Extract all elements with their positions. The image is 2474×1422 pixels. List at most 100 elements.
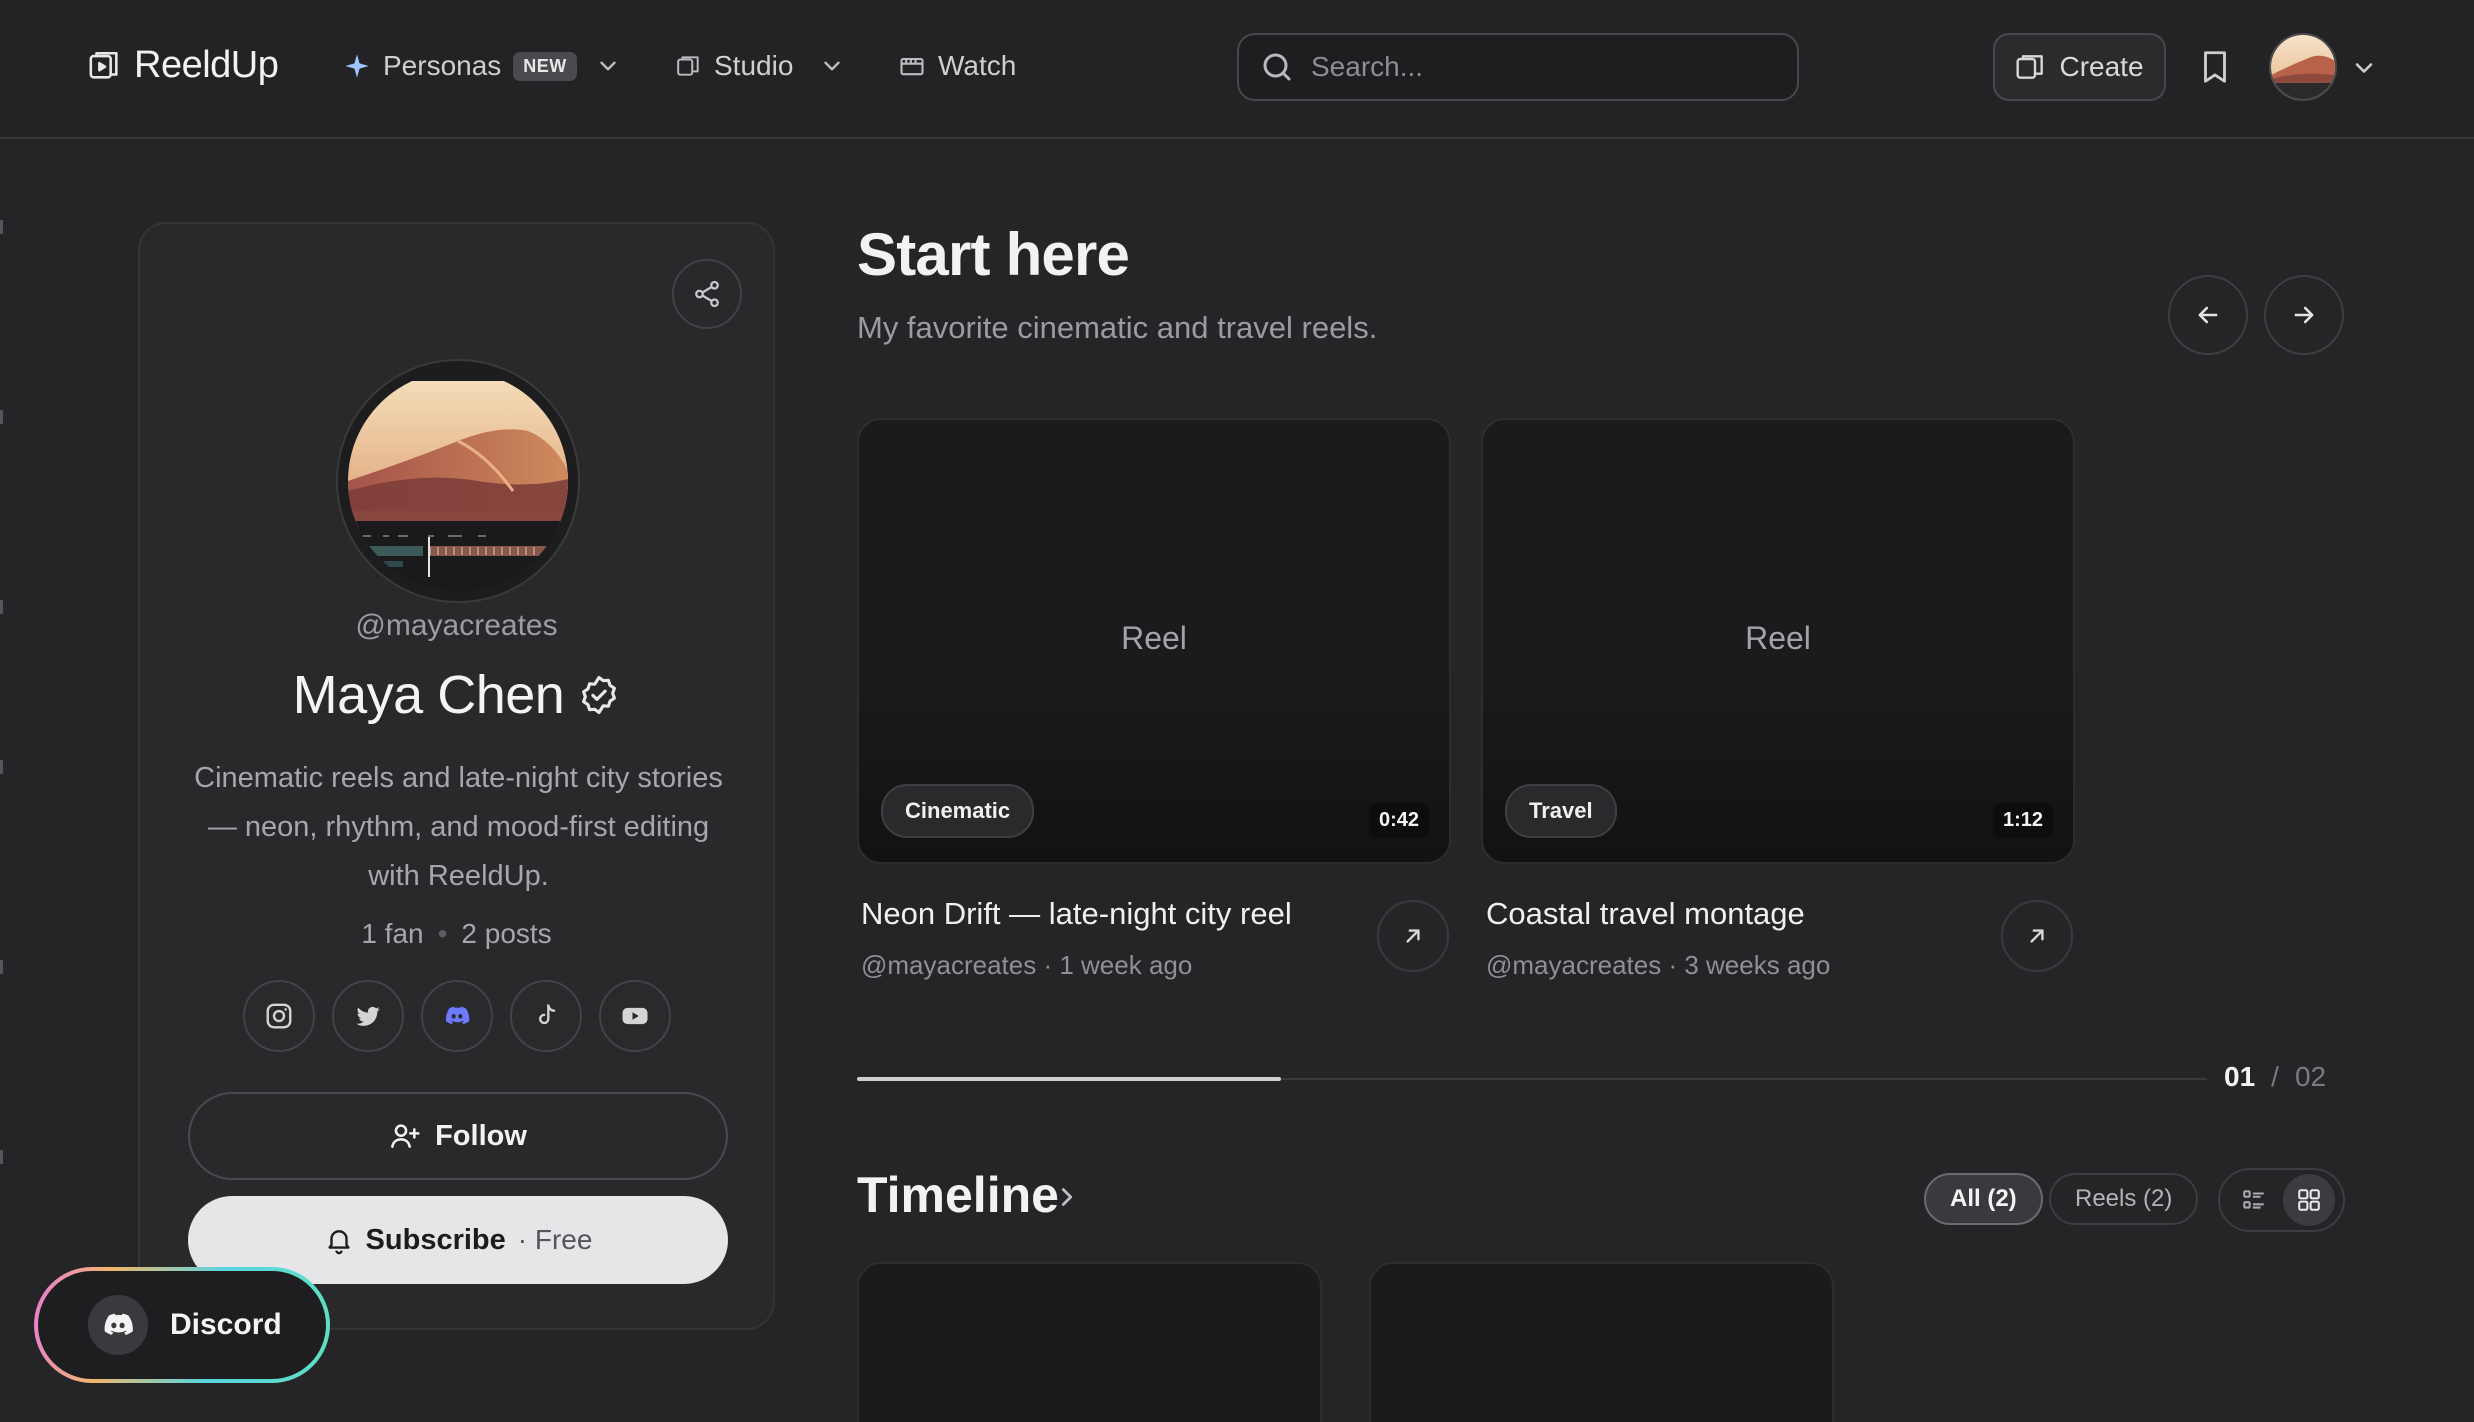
reel-category-tag[interactable]: Cinematic	[881, 784, 1035, 838]
profile-bio: Cinematic reels and late-night city stor…	[194, 762, 723, 892]
arrow-left-icon	[2194, 301, 2222, 329]
create-icon	[2015, 51, 2047, 83]
reel-meta: @mayacreates · 3 weeks ago	[1486, 950, 1831, 980]
nav-studio[interactable]: Studio	[676, 44, 845, 88]
chevron-down-icon	[595, 53, 621, 79]
studio-icon	[676, 53, 702, 79]
reel-title[interactable]: Neon Drift — late-night city reel	[861, 896, 1292, 932]
reel-card[interactable]: Reel Cinematic 0:42	[857, 418, 1451, 864]
nav-studio-label: Studio	[714, 50, 794, 81]
window-edge-mark	[0, 960, 3, 974]
create-label: Create	[2059, 51, 2144, 82]
reel-duration: 0:42	[1368, 803, 1429, 838]
list-view-icon	[2241, 1187, 2267, 1213]
timeline-post-card[interactable]	[857, 1262, 1322, 1422]
social-youtube[interactable]	[599, 980, 671, 1052]
twitter-icon	[354, 1002, 382, 1030]
list-view-button[interactable]	[2228, 1174, 2280, 1226]
window-edge-mark	[0, 1150, 3, 1164]
social-instagram[interactable]	[243, 980, 315, 1052]
discord-floating-inner: Discord	[38, 1271, 326, 1379]
profile-stats: 1 fan • 2 posts	[140, 918, 773, 950]
chevron-down-icon	[819, 53, 845, 79]
discord-floating-button[interactable]: Discord	[34, 1267, 330, 1383]
follow-label: Follow	[435, 1119, 527, 1152]
profile-avatar[interactable]	[336, 359, 580, 603]
reeldup-logo-icon	[88, 49, 122, 83]
window-edge-mark	[0, 220, 3, 234]
window-edge-mark	[0, 410, 3, 424]
social-tiktok[interactable]	[510, 980, 582, 1052]
nav-personas[interactable]: Personas NEW	[343, 44, 621, 88]
reel-duration: 1:12	[1992, 803, 2053, 838]
filter-reels[interactable]: Reels (2)	[2049, 1173, 2199, 1225]
search-icon	[1259, 49, 1295, 85]
brand-logo[interactable]: ReeldUp	[88, 44, 279, 87]
search-bar[interactable]	[1237, 33, 1799, 101]
window-edge-mark	[0, 600, 3, 614]
brand-name: ReeldUp	[134, 44, 279, 86]
youtube-icon	[620, 1001, 650, 1031]
nav-personas-label: Personas	[383, 50, 502, 81]
carousel-next-button[interactable]	[2264, 275, 2344, 355]
pager-total: 02	[2294, 1061, 2327, 1092]
social-links	[243, 980, 671, 1052]
subscribe-label: Subscribe	[365, 1223, 506, 1256]
carousel-prev-button[interactable]	[2168, 275, 2248, 355]
stats-separator: •	[437, 918, 448, 949]
tiktok-icon	[532, 1002, 560, 1030]
start-here-title: Start here	[857, 221, 1130, 288]
reel-meta: @mayacreates · 1 week ago	[861, 950, 1193, 980]
sparkle-icon	[343, 52, 371, 80]
grid-view-icon	[2296, 1187, 2322, 1213]
open-reel-button[interactable]	[1377, 900, 1449, 972]
start-here-subtitle: My favorite cinematic and travel reels.	[857, 310, 1378, 345]
instagram-icon	[264, 1001, 294, 1031]
new-badge: NEW	[513, 51, 577, 81]
window-edge-mark	[0, 760, 3, 774]
profile-card: @mayacreates Maya Chen Cinematic reels a…	[138, 222, 775, 1330]
filter-all[interactable]: All (2)	[1924, 1173, 2043, 1225]
discord-icon	[443, 1002, 471, 1030]
chevron-right-icon[interactable]	[1052, 1182, 1082, 1212]
arrow-up-right-icon	[2024, 923, 2050, 949]
top-navigation-bar: ReeldUp Personas NEW Studio Watch Search…	[0, 0, 2474, 139]
carousel-progress-fill	[857, 1077, 1281, 1081]
bell-icon	[324, 1225, 354, 1255]
discord-label: Discord	[170, 1308, 282, 1341]
arrow-up-right-icon	[1400, 923, 1426, 949]
create-button[interactable]: Create	[1993, 33, 2166, 101]
reel-title[interactable]: Coastal travel montage	[1486, 896, 1805, 932]
reel-card[interactable]: Reel Travel 1:12	[1481, 418, 2075, 864]
profile-handle: @mayacreates	[355, 609, 558, 642]
reel-category-tag[interactable]: Travel	[1505, 784, 1617, 838]
account-menu-chevron-icon[interactable]	[2350, 54, 2378, 82]
grid-view-button[interactable]	[2283, 1174, 2336, 1226]
discord-icon	[88, 1295, 148, 1355]
share-button[interactable]	[672, 259, 742, 329]
timeline-title[interactable]: Timeline	[857, 1166, 1059, 1224]
reel-placeholder: Reel	[1745, 620, 1811, 656]
social-twitter[interactable]	[332, 980, 404, 1052]
profile-name: Maya Chen	[292, 665, 565, 725]
carousel-progress-track	[857, 1077, 2207, 1081]
social-discord[interactable]	[421, 980, 493, 1052]
post-count: 2 posts	[461, 918, 552, 949]
fan-count: 1 fan	[361, 918, 424, 949]
subscribe-price: · Free	[517, 1224, 593, 1255]
carousel-pager: 01 / 02	[2224, 1061, 2326, 1093]
profile-name-row: Maya Chen	[140, 664, 773, 726]
open-reel-button[interactable]	[2001, 900, 2073, 972]
arrow-right-icon	[2290, 301, 2318, 329]
user-avatar[interactable]	[2269, 33, 2337, 101]
view-mode-toggle	[2218, 1168, 2345, 1232]
search-input[interactable]	[1311, 51, 1781, 83]
add-user-icon	[389, 1120, 421, 1152]
nav-watch[interactable]: Watch	[898, 44, 1016, 88]
reel-placeholder: Reel	[1121, 620, 1187, 656]
follow-button[interactable]: Follow	[188, 1092, 728, 1180]
pager-current: 01	[2224, 1061, 2256, 1092]
film-icon	[898, 52, 926, 80]
bookmark-icon[interactable]	[2196, 46, 2234, 88]
timeline-post-card[interactable]	[1369, 1262, 1834, 1422]
